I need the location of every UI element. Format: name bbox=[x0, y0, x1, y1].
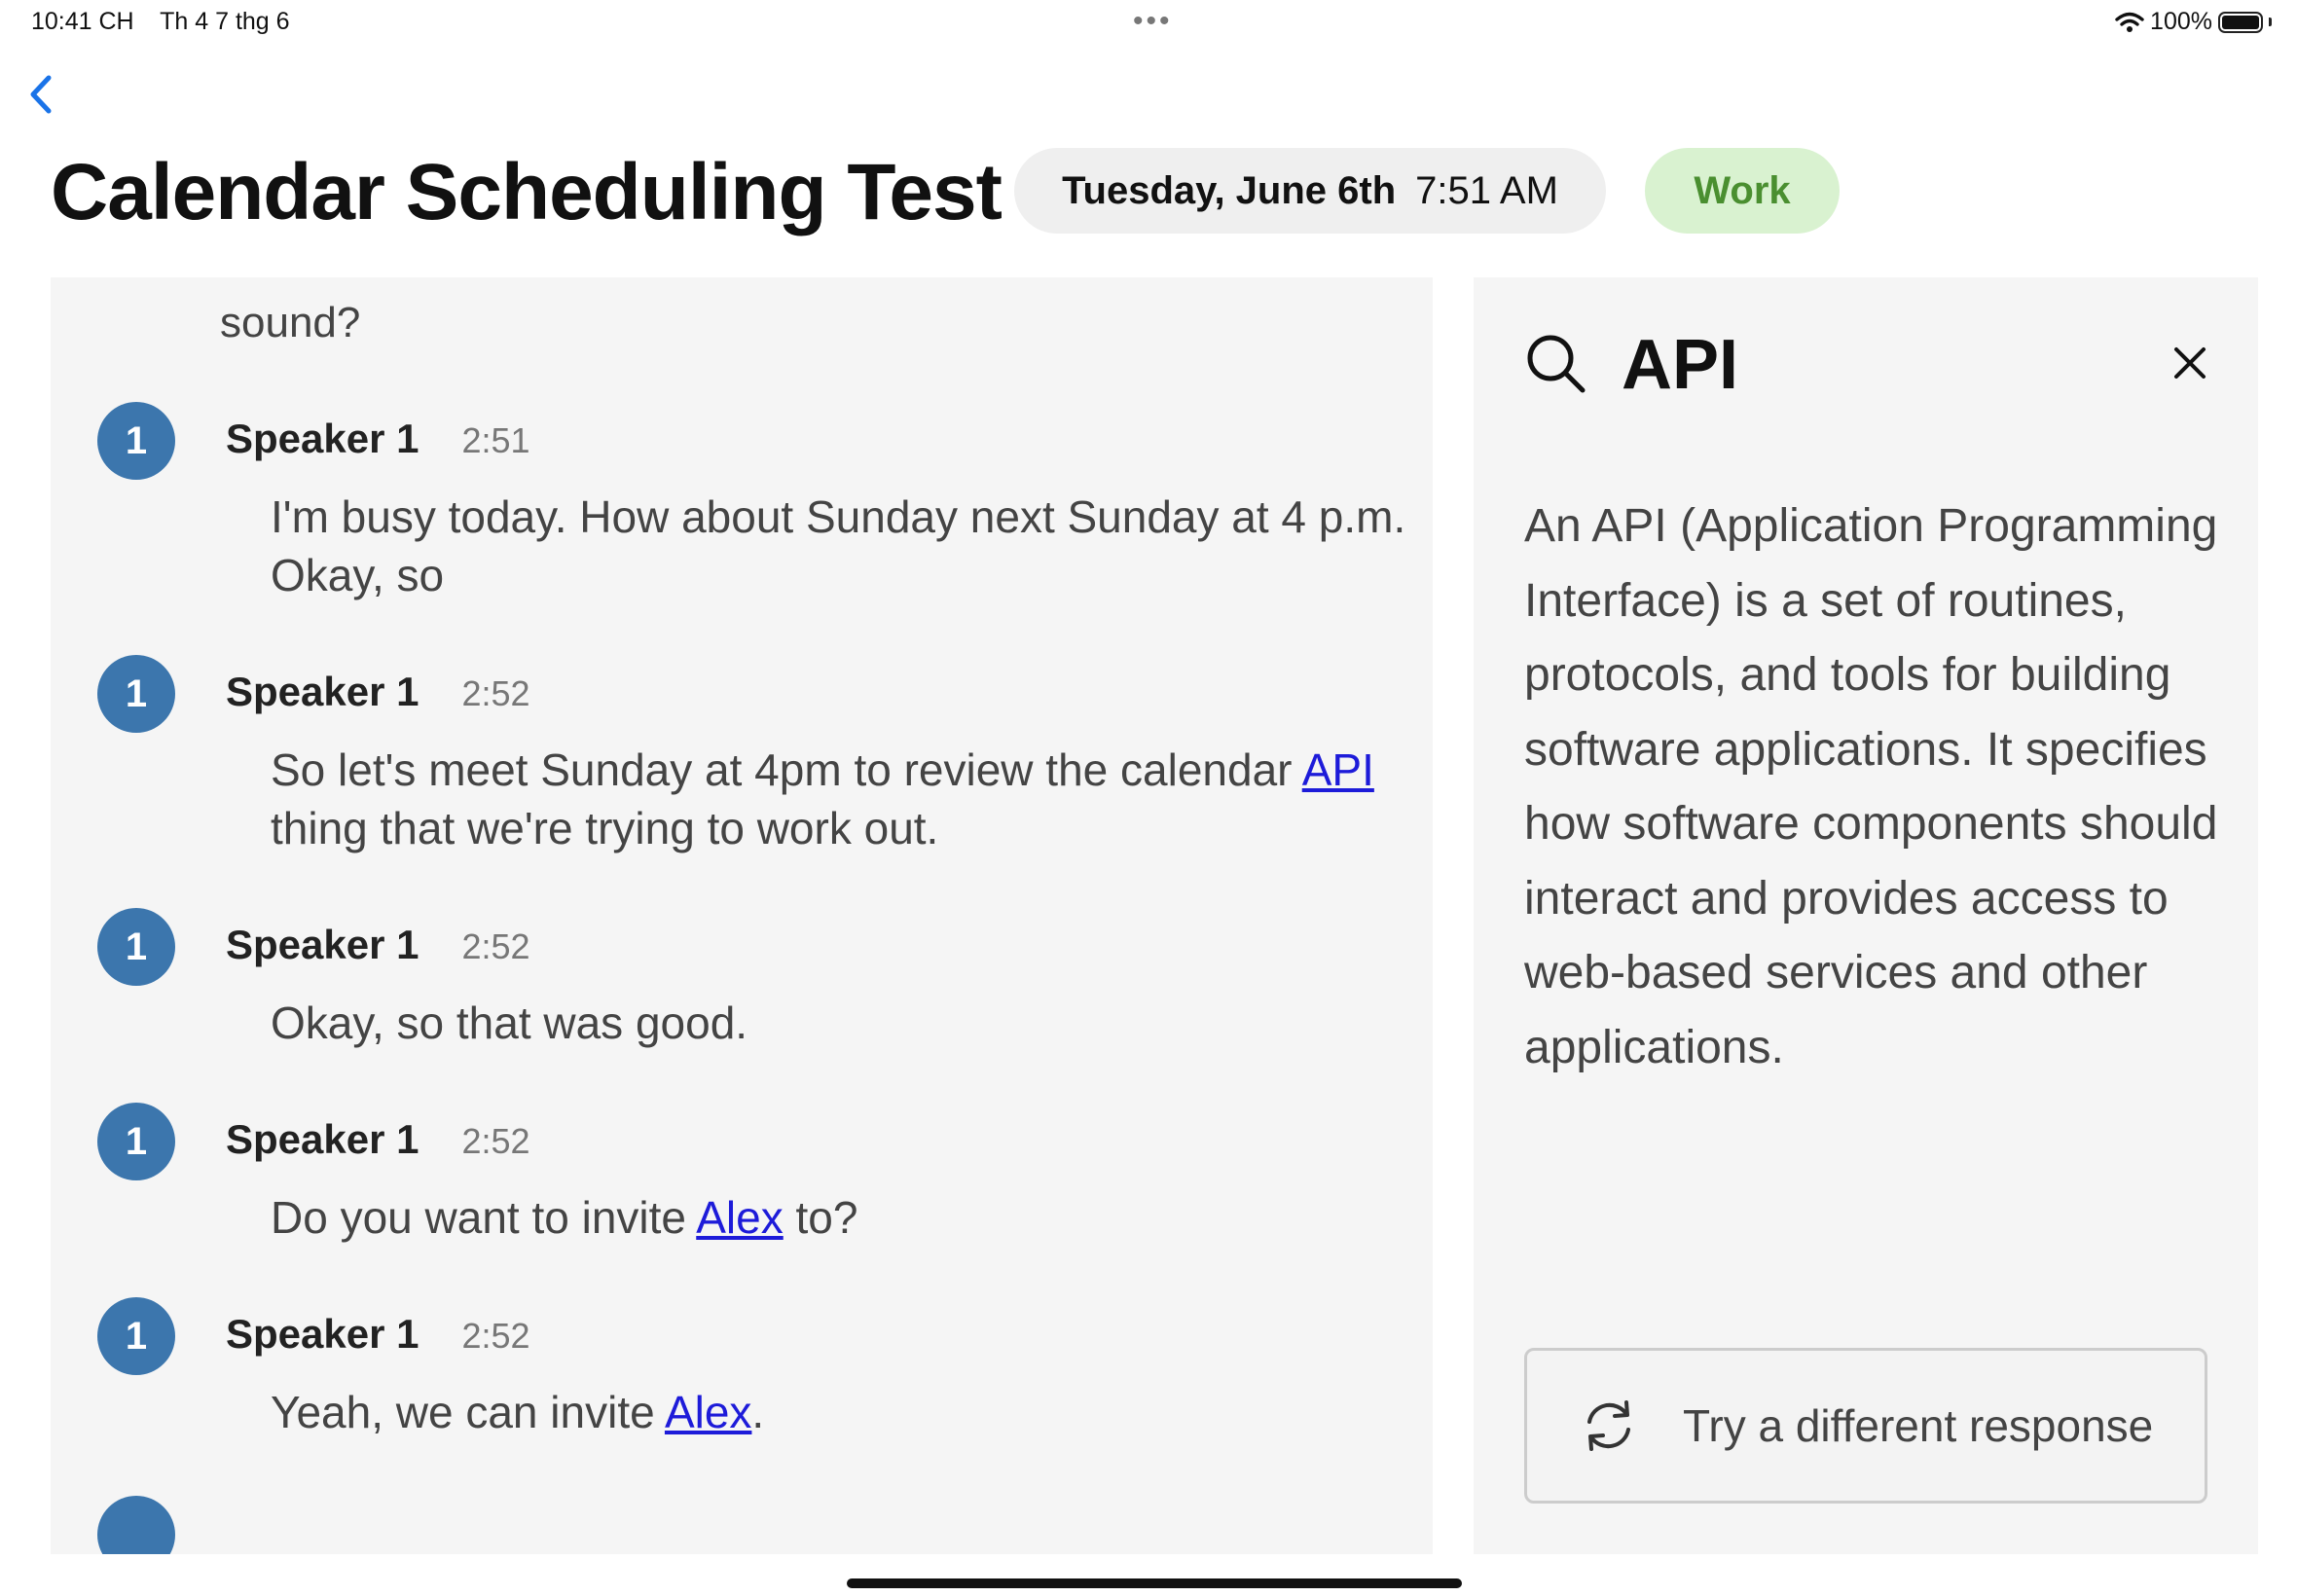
speaker-avatar: 1 bbox=[97, 908, 175, 986]
status-date: Th 4 7 thg 6 bbox=[160, 8, 290, 35]
term-link-alex[interactable]: Alex bbox=[696, 1192, 783, 1243]
definition-text: An API (Application Programming Interfac… bbox=[1524, 500, 2218, 1073]
message-timestamp: 2:52 bbox=[461, 1316, 530, 1356]
back-button[interactable] bbox=[21, 70, 60, 119]
speaker-name: Speaker 1 bbox=[226, 416, 419, 461]
speaker-avatar: 1 bbox=[97, 402, 175, 480]
message-timestamp: 2:52 bbox=[461, 926, 530, 966]
term-link-alex[interactable]: Alex bbox=[665, 1387, 751, 1437]
status-bar-left: 10:41 CH Th 4 7 thg 6 bbox=[31, 8, 310, 36]
message-text: I'm busy today. How about Sunday next Su… bbox=[271, 491, 1406, 600]
battery-tip bbox=[2269, 18, 2272, 26]
page-title: Calendar Scheduling Test bbox=[51, 148, 1003, 236]
message-timestamp: 2:52 bbox=[461, 1121, 530, 1161]
definition-panel: API An API (Application Programming Inte… bbox=[1474, 277, 2258, 1554]
multitasking-dots-icon[interactable]: ••• bbox=[1133, 7, 1173, 36]
speaker-avatar: 1 bbox=[97, 1297, 175, 1375]
message-text: Okay, so that was good. bbox=[271, 998, 748, 1048]
message-timestamp: 2:52 bbox=[461, 673, 530, 713]
speaker-avatar-partial bbox=[97, 1496, 175, 1554]
close-button[interactable] bbox=[2170, 344, 2209, 382]
wifi-icon bbox=[2115, 12, 2144, 32]
speaker-name: Speaker 1 bbox=[226, 922, 419, 967]
search-icon bbox=[1527, 335, 1586, 393]
transcript-panel[interactable]: sound? 1 Speaker 1 2:51 I'm busy today. … bbox=[51, 277, 1433, 1554]
category-tag[interactable]: Work bbox=[1645, 148, 1840, 234]
refresh-icon bbox=[1587, 1400, 1630, 1451]
message-text: Yeah, we can invite Alex. bbox=[271, 1387, 765, 1437]
meeting-date: Tuesday, June 6th bbox=[1062, 168, 1397, 212]
home-indicator[interactable] bbox=[847, 1578, 1462, 1588]
battery-icon bbox=[2218, 11, 2263, 33]
message-timestamp: 2:51 bbox=[461, 420, 530, 460]
retry-label: Try a different response bbox=[1683, 1400, 2154, 1451]
transcript-fragment: sound? bbox=[220, 299, 361, 346]
speaker-name: Speaker 1 bbox=[226, 1311, 419, 1357]
date-time-pill[interactable]: Tuesday, June 6th 7:51 AM bbox=[1014, 148, 1606, 234]
battery-percent: 100% bbox=[2150, 8, 2212, 35]
status-bar-right: 100% bbox=[2115, 8, 2272, 36]
message-text: Do you want to invite Alex to? bbox=[271, 1192, 858, 1243]
speaker-name: Speaker 1 bbox=[226, 1116, 419, 1162]
message-text: So let's meet Sunday at 4pm to review th… bbox=[271, 744, 1374, 853]
term-link-api[interactable]: API bbox=[1302, 744, 1374, 795]
speaker-avatar: 1 bbox=[97, 1103, 175, 1180]
try-different-response-button[interactable]: Try a different response bbox=[1524, 1348, 2207, 1504]
speaker-name: Speaker 1 bbox=[226, 669, 419, 714]
close-icon bbox=[2174, 347, 2206, 379]
definition-term: API bbox=[1622, 326, 1739, 404]
speaker-avatar: 1 bbox=[97, 655, 175, 733]
meeting-time: 7:51 AM bbox=[1415, 168, 1558, 212]
status-time: 10:41 CH bbox=[31, 8, 134, 35]
chevron-left-icon bbox=[30, 75, 52, 114]
